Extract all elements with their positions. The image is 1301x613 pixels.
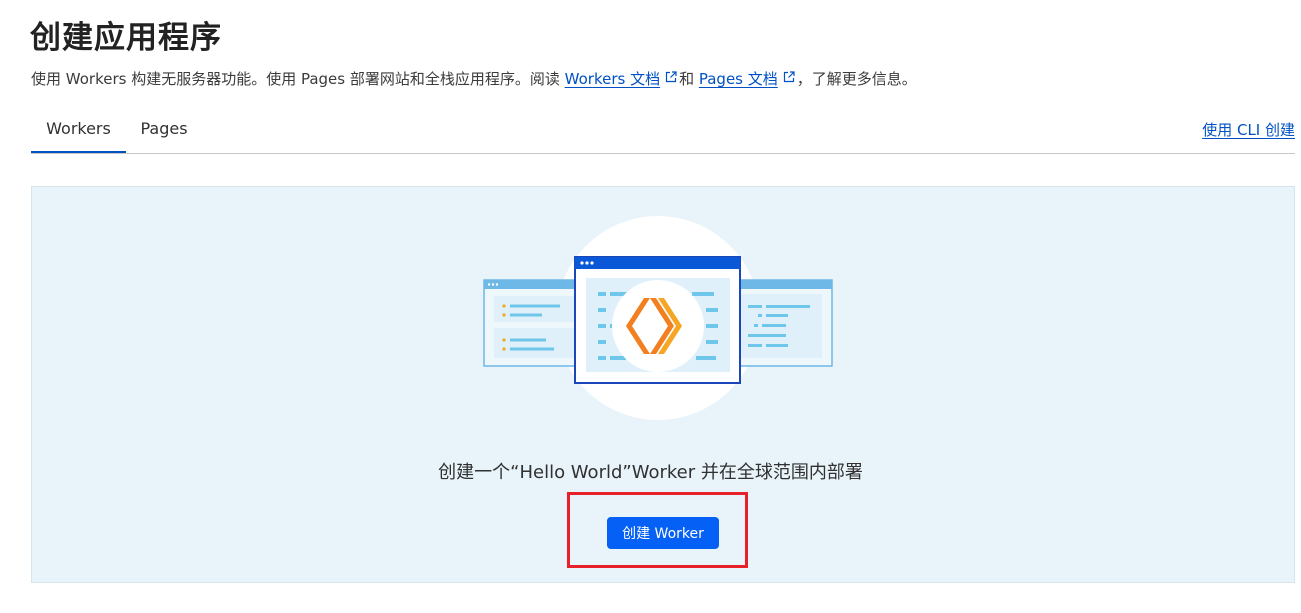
pages-docs-link[interactable]: Pages 文档 bbox=[699, 70, 778, 88]
right-window-graphic bbox=[735, 279, 833, 367]
workers-docs-link[interactable]: Workers 文档 bbox=[565, 70, 660, 88]
external-link-icon[interactable] bbox=[665, 71, 677, 83]
create-worker-button[interactable]: 创建 Worker bbox=[607, 517, 719, 549]
tab-pages[interactable]: Pages bbox=[135, 108, 193, 152]
workers-illustration bbox=[483, 216, 833, 420]
left-window-graphic bbox=[483, 279, 583, 367]
page-description: 使用 Workers 构建无服务器功能。使用 Pages 部署网站和全栈应用程序… bbox=[31, 68, 917, 89]
workers-logo-icon bbox=[612, 280, 704, 372]
page-title: 创建应用程序 bbox=[30, 20, 222, 56]
empty-state-message: 创建一个“Hello World”Worker 并在全球范围内部署 bbox=[438, 462, 863, 483]
create-with-cli-link[interactable]: 使用 CLI 创建 bbox=[1202, 119, 1295, 140]
description-suffix: ，了解更多信息。 bbox=[796, 70, 917, 88]
tab-bar: Workers Pages bbox=[31, 108, 1295, 154]
description-and: 和 bbox=[679, 70, 699, 88]
tab-workers[interactable]: Workers bbox=[31, 108, 126, 153]
description-text: 使用 Workers 构建无服务器功能。使用 Pages 部署网站和全栈应用程序… bbox=[31, 70, 565, 88]
external-link-icon[interactable] bbox=[783, 71, 795, 83]
